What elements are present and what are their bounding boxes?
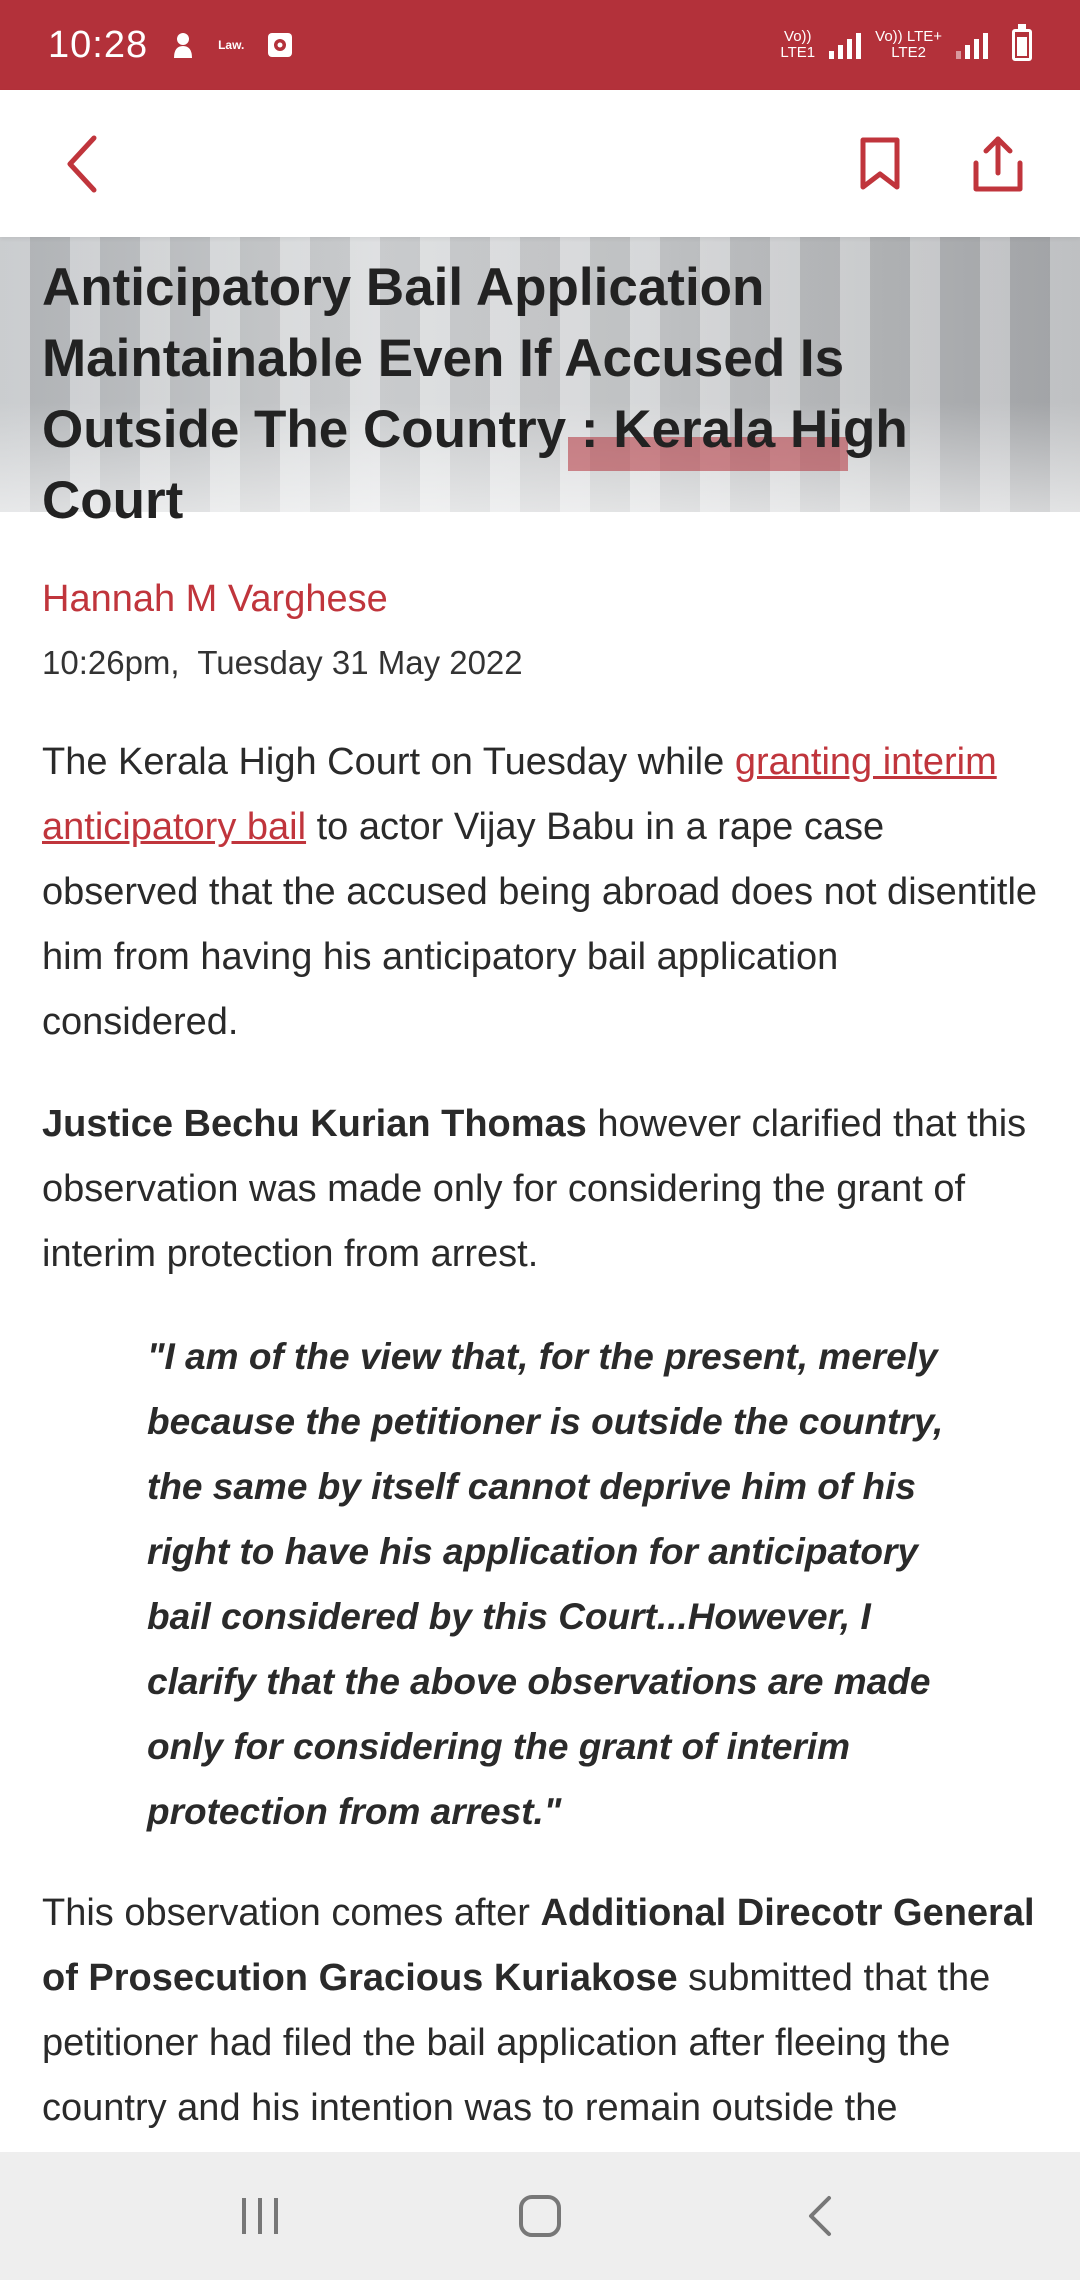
share-button[interactable] xyxy=(958,124,1038,204)
article-body: The Kerala High Court on Tuesday while g… xyxy=(42,730,1042,2243)
justice-name: Justice Bechu Kurian Thomas xyxy=(42,1103,587,1145)
bookmark-button[interactable] xyxy=(840,124,920,204)
article-paragraph-1: The Kerala High Court on Tuesday while g… xyxy=(42,730,1042,1055)
media-icon xyxy=(268,33,293,57)
bookmark-icon xyxy=(860,137,900,189)
block-quote: "I am of the view that, for the present,… xyxy=(147,1336,944,1832)
chevron-left-icon xyxy=(67,135,97,192)
home-button[interactable] xyxy=(500,2176,580,2256)
article-toolbar xyxy=(0,90,1080,237)
battery-icon xyxy=(1012,24,1032,61)
paragraph-text: The Kerala High Court on Tuesday while xyxy=(42,741,735,783)
article-date: 10:26pm, Tuesday 31 May 2022 xyxy=(42,644,523,681)
article-title: Anticipatory Bail Application Maintainab… xyxy=(42,258,908,530)
recent-apps-icon xyxy=(242,2198,278,2234)
nav-back-button[interactable] xyxy=(780,2176,860,2256)
network-label-2: Vo)) LTE+ LTE2 xyxy=(875,28,942,61)
status-bar: 10:28 Law. Vo)) LTE1 Vo)) LTE+ LTE2 xyxy=(0,0,1080,90)
share-icon xyxy=(973,136,1023,191)
system-nav-bar xyxy=(0,2152,1080,2280)
recent-apps-button[interactable] xyxy=(220,2176,300,2256)
article-paragraph-2: Justice Bechu Kurian Thomas however clar… xyxy=(42,1092,1042,1287)
status-notification-icons: Law. xyxy=(170,30,294,60)
back-icon xyxy=(809,2196,831,2236)
signal-icon xyxy=(829,31,862,59)
notification-icon xyxy=(174,33,193,58)
status-time: 10:28 xyxy=(48,23,149,66)
network-label-1: Vo)) LTE1 xyxy=(780,28,816,61)
signal-icon-2 xyxy=(956,31,988,59)
law-app-icon: Law. xyxy=(218,38,245,52)
article-author[interactable]: Hannah M Varghese xyxy=(42,578,388,621)
status-right-icons: Vo)) LTE1 Vo)) LTE+ LTE2 xyxy=(780,24,1032,61)
back-button[interactable] xyxy=(42,124,122,204)
home-icon xyxy=(519,2195,561,2237)
paragraph-text: This observation comes after xyxy=(42,1892,541,1934)
